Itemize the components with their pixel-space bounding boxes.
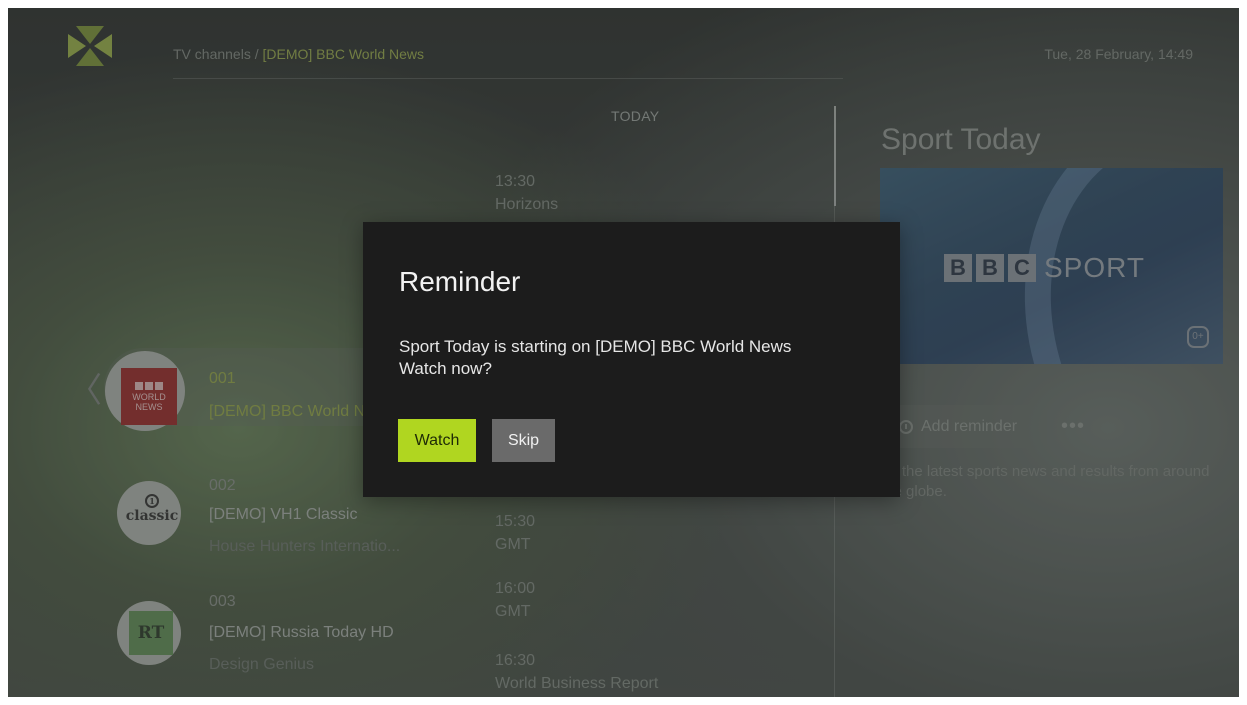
dialog-title: Reminder: [399, 266, 521, 297]
dialog-message: Sport Today is starting on [DEMO] BBC Wo…: [399, 336, 859, 380]
tv-app-screen: TV channels / [DEMO] BBC World News Tue,…: [8, 8, 1239, 697]
watch-button[interactable]: Watch: [398, 419, 476, 462]
dialog-message-line: Sport Today is starting on [DEMO] BBC Wo…: [399, 337, 792, 356]
skip-button[interactable]: Skip: [492, 419, 555, 462]
dialog-message-line: Watch now?: [399, 359, 492, 378]
reminder-dialog: Reminder Sport Today is starting on [DEM…: [363, 222, 900, 497]
